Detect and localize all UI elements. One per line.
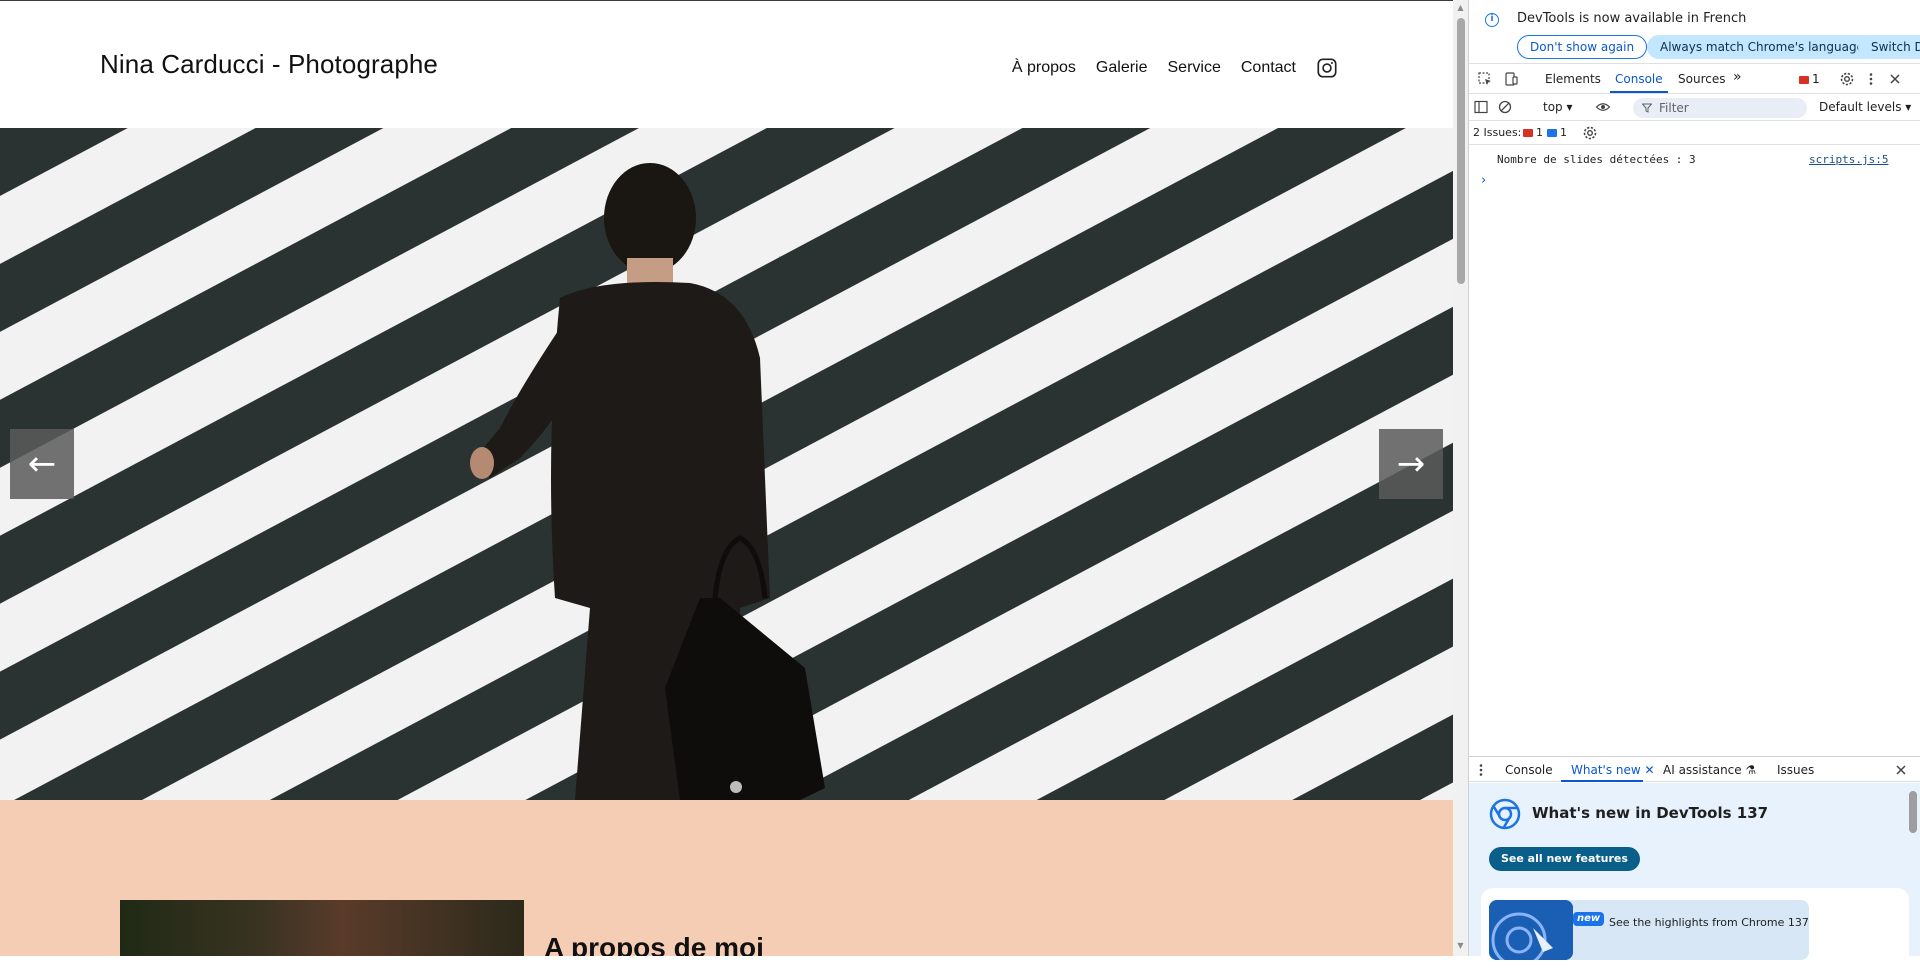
drawer-active-indicator	[1561, 780, 1643, 782]
whats-new-label: What's new	[1571, 763, 1641, 777]
instagram-icon[interactable]	[1316, 57, 1338, 79]
tab-elements[interactable]: Elements	[1545, 72, 1601, 86]
console-prompt-chevron-icon[interactable]: ›	[1481, 173, 1486, 188]
new-badge: new	[1573, 912, 1605, 926]
dont-show-again-button[interactable]: Don't show again	[1517, 35, 1648, 59]
about-title: A propos de moi	[544, 932, 764, 956]
issue-info-count: 1	[1560, 126, 1567, 139]
context-select[interactable]: top ▾	[1543, 100, 1573, 114]
tab-sources[interactable]: Sources	[1678, 72, 1725, 86]
see-all-features-button[interactable]: See all new features	[1489, 847, 1640, 871]
log-source-link[interactable]: scripts.js:5	[1809, 153, 1888, 166]
scroll-down-icon[interactable]: ▼	[1456, 942, 1465, 950]
ai-assistance-label: AI assistance	[1663, 763, 1742, 777]
drawer-tabs: Console What's new ✕ AI assistance ⚗ Iss…	[1469, 756, 1920, 782]
switch-to-french-button[interactable]: Switch DevTools to French	[1858, 35, 1920, 59]
whats-new-title: What's new in DevTools 137	[1532, 804, 1769, 822]
carousel-slide-image	[0, 128, 1453, 800]
issues-label: 2 Issues:	[1473, 126, 1522, 139]
levels-value: Default levels	[1819, 100, 1902, 114]
scroll-up-icon[interactable]: ▲	[1456, 4, 1465, 12]
language-message: DevTools is now available in French	[1517, 11, 1747, 26]
console-toolbar: top ▾ Filter Default levels ▾	[1469, 95, 1920, 121]
issues-summary[interactable]: 2 Issues: 1 1	[1469, 121, 1920, 145]
error-count: 1	[1812, 72, 1820, 86]
page-scroll-thumb[interactable]	[1457, 18, 1465, 284]
drawer-scroll-thumb[interactable]	[1909, 791, 1917, 833]
console-settings-icon[interactable]	[1582, 125, 1598, 141]
issue-error-count: 1	[1536, 126, 1543, 139]
more-tabs-icon[interactable]: »	[1733, 69, 1742, 85]
always-match-language-button[interactable]: Always match Chrome's language	[1647, 35, 1877, 59]
inspect-element-icon[interactable]	[1477, 71, 1493, 87]
tab-console[interactable]: Console	[1615, 72, 1663, 86]
site-header: Nina Carducci - Photographe À propos Gal…	[0, 1, 1453, 128]
drawer-tab-whats-new[interactable]: What's new ✕	[1571, 763, 1655, 777]
filter-placeholder: Filter	[1659, 101, 1689, 115]
page-viewport: Nina Carducci - Photographe À propos Gal…	[0, 0, 1453, 956]
drawer-tab-ai-assistance[interactable]: AI assistance ⚗	[1663, 763, 1756, 777]
devtools-main-tabs: Elements Console Sources » 1	[1469, 66, 1920, 94]
nav-link-service[interactable]: Service	[1168, 59, 1221, 77]
issue-info-badge[interactable]: 1	[1547, 126, 1567, 139]
active-tab-indicator	[1610, 91, 1668, 93]
sidebar-toggle-icon[interactable]	[1473, 99, 1489, 115]
language-infobar: i DevTools is now available in French Do…	[1469, 0, 1920, 64]
chrome-devtools-logo-icon	[1489, 798, 1521, 830]
live-expression-eye-icon[interactable]	[1595, 99, 1611, 115]
error-counter[interactable]: 1	[1799, 72, 1820, 86]
carousel-next-button[interactable]: →	[1379, 429, 1443, 499]
log-message: Nombre de slides détectées : 3	[1497, 153, 1696, 166]
clear-console-icon[interactable]	[1497, 99, 1513, 115]
context-value: top	[1543, 100, 1563, 114]
log-levels-select[interactable]: Default levels ▾	[1819, 100, 1911, 114]
drawer-tab-console[interactable]: Console	[1505, 763, 1553, 777]
carousel-dot[interactable]	[730, 781, 742, 793]
drawer-tab-issues[interactable]: Issues	[1777, 763, 1814, 777]
more-options-icon[interactable]	[1863, 71, 1879, 87]
site-nav: À propos Galerie Service Contact	[1012, 57, 1338, 79]
close-devtools-icon[interactable]	[1887, 71, 1903, 87]
console-filter-input[interactable]: Filter	[1633, 98, 1807, 118]
page-scrollbar[interactable]: ▲ ▼	[1453, 0, 1468, 956]
close-tab-icon[interactable]: ✕	[1645, 763, 1655, 777]
whats-new-panel: What's new in DevTools 137 See all new f…	[1469, 783, 1920, 968]
device-toolbar-icon[interactable]	[1503, 71, 1519, 87]
highlight-text: See the highlights from Chrome 137	[1609, 916, 1809, 929]
carousel-prev-button[interactable]: ←	[10, 429, 74, 499]
carousel-indicators	[730, 781, 742, 793]
flask-icon: ⚗	[1745, 763, 1757, 777]
nav-link-galerie[interactable]: Galerie	[1096, 59, 1148, 77]
devtools-panel: i DevTools is now available in French Do…	[1468, 0, 1920, 968]
nav-link-a-propos[interactable]: À propos	[1012, 59, 1076, 77]
settings-gear-icon[interactable]	[1839, 71, 1855, 87]
info-icon: i	[1485, 13, 1499, 27]
chrome-highlight-art	[1489, 900, 1573, 960]
about-photo	[120, 900, 524, 956]
about-section: A propos de moi	[0, 800, 1453, 956]
filter-icon	[1642, 103, 1652, 113]
highlights-card[interactable]: new See the highlights from Chrome 137	[1481, 888, 1909, 968]
console-log-row: Nombre de slides détectées : 3 scripts.j…	[1469, 148, 1920, 170]
nav-link-contact[interactable]: Contact	[1241, 59, 1296, 77]
close-drawer-icon[interactable]	[1893, 762, 1909, 778]
site-title[interactable]: Nina Carducci - Photographe	[100, 49, 438, 80]
drawer-menu-icon[interactable]	[1473, 762, 1489, 778]
hero-carousel: ← →	[0, 128, 1453, 800]
issue-error-badge[interactable]: 1	[1523, 126, 1543, 139]
